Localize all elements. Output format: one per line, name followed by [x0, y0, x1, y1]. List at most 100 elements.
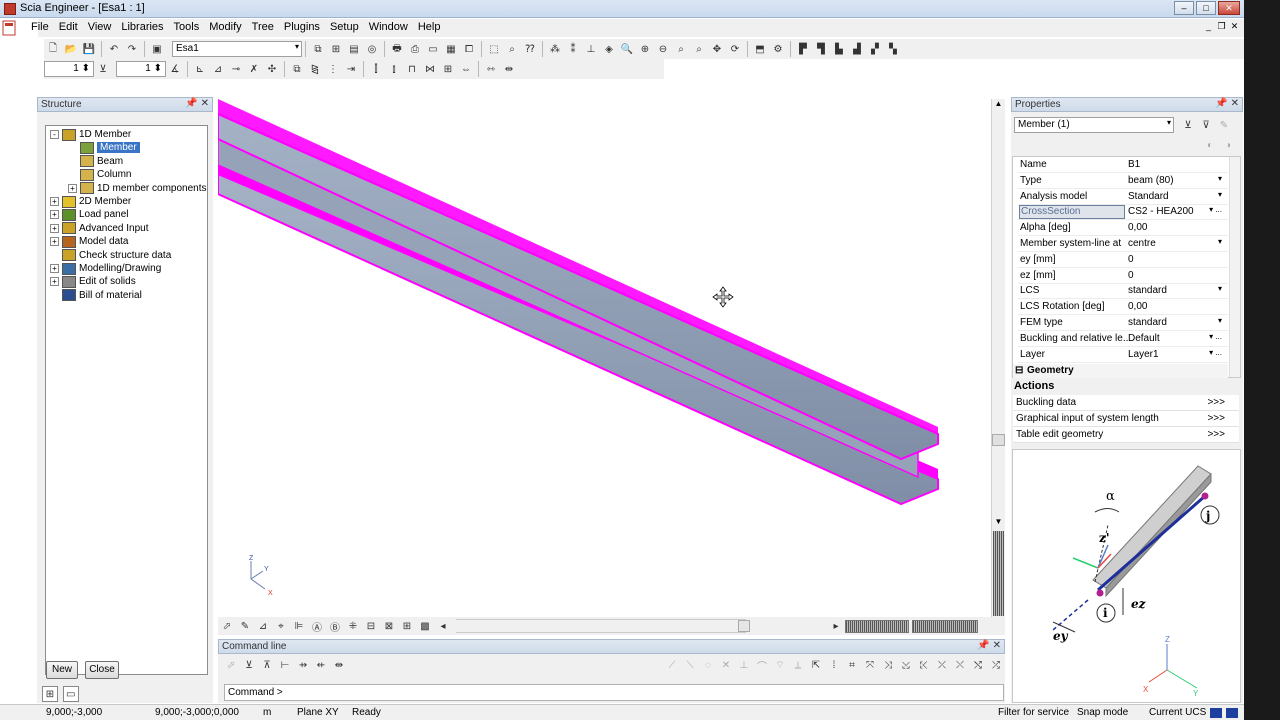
- rotate-icon[interactable]: ⟳: [727, 41, 743, 57]
- zoom-out-icon[interactable]: ⊖: [655, 41, 671, 57]
- dropdown-icon[interactable]: ▾: [1218, 190, 1222, 199]
- collapse-icon[interactable]: -: [50, 130, 59, 139]
- menu-libraries[interactable]: Libraries: [116, 19, 168, 33]
- command-input[interactable]: Command >: [224, 684, 1004, 701]
- snap-center-icon[interactable]: ◌: [700, 657, 716, 673]
- menu-modify[interactable]: Modify: [204, 19, 246, 33]
- view-front-icon[interactable]: ▛: [795, 41, 811, 57]
- pin-icon[interactable]: 📌: [977, 640, 989, 651]
- intersection-snap-icon[interactable]: ⤩: [898, 657, 914, 673]
- open-icon[interactable]: 📂: [63, 41, 79, 57]
- settings-icon[interactable]: ⚙: [770, 41, 786, 57]
- action-buckling-data[interactable]: Buckling data >>>: [1013, 395, 1239, 411]
- snap-toggle-icon[interactable]: ⇱: [808, 657, 824, 673]
- grid-toggle-icon[interactable]: ⁜: [345, 618, 361, 634]
- view-tab-icon[interactable]: ▭: [62, 686, 79, 702]
- color-picker-icon[interactable]: ◐: [1202, 137, 1218, 153]
- mdi-minimize-button[interactable]: _: [1203, 21, 1214, 32]
- view-side-icon[interactable]: ▙: [831, 41, 847, 57]
- snap-int-icon[interactable]: ✕: [718, 657, 734, 673]
- bottom-flange[interactable]: [218, 172, 939, 506]
- snap-line-icon[interactable]: ⟋: [664, 657, 680, 673]
- view-custom-icon[interactable]: ▚: [885, 41, 901, 57]
- grid-snap-icon[interactable]: ⁞: [826, 657, 842, 673]
- mirror-icon[interactable]: ⧎: [307, 61, 323, 77]
- nearest-snap-icon[interactable]: ⤫: [934, 657, 950, 673]
- property-row-name[interactable]: Name B1: [1018, 157, 1228, 173]
- close-button[interactable]: Close: [85, 661, 119, 679]
- pin-icon[interactable]: 📌: [1215, 98, 1227, 109]
- property-value[interactable]: B1: [1128, 159, 1140, 170]
- property-row-ey-mm-[interactable]: ey [mm] 0: [1018, 252, 1228, 268]
- property-row-analysis-model[interactable]: Analysis model Standard ▾: [1018, 189, 1228, 205]
- menu-tree[interactable]: Tree: [247, 19, 279, 33]
- dropdown-icon[interactable]: ▾ ...: [1209, 205, 1222, 214]
- property-value[interactable]: centre: [1128, 238, 1156, 249]
- delete-icon[interactable]: ✗: [246, 61, 262, 77]
- select-by-property-icon[interactable]: ⊻: [1180, 117, 1196, 133]
- menu-view[interactable]: View: [83, 19, 117, 33]
- abc-label-icon[interactable]: Ⓐ: [309, 618, 325, 634]
- spin-input-1[interactable]: 1 ⬍: [44, 61, 94, 77]
- property-value[interactable]: CS2 - HEA200: [1128, 206, 1194, 217]
- scroll-down-icon[interactable]: ▼: [992, 517, 1005, 531]
- support-icon[interactable]: ⊿: [210, 61, 226, 77]
- property-value[interactable]: Layer1: [1128, 349, 1159, 360]
- scroll-left-icon[interactable]: ◂: [435, 618, 451, 634]
- edit-property-icon[interactable]: ✎: [1216, 117, 1232, 133]
- tree-item-model-data[interactable]: + Model data: [50, 235, 128, 248]
- tree-item-advanced-input[interactable]: + Advanced Input: [50, 222, 149, 235]
- select-icon[interactable]: ⬚: [486, 41, 502, 57]
- property-row-layer[interactable]: Layer Layer1 ▾ ...: [1018, 347, 1228, 363]
- horizontal-scrollbar[interactable]: [456, 619, 750, 633]
- new-button[interactable]: New: [46, 661, 78, 679]
- tree-item-1d-member-components[interactable]: +1D member components: [68, 182, 207, 195]
- tree-item-1d-member[interactable]: - 1D Member: [50, 128, 131, 141]
- move-icon[interactable]: ✣: [264, 61, 280, 77]
- menu-setup[interactable]: Setup: [325, 19, 364, 33]
- web[interactable]: [218, 138, 919, 479]
- redo-icon[interactable]: ↷: [124, 41, 140, 57]
- tree-item-load-panel[interactable]: + Load panel: [50, 208, 129, 221]
- snap-mode[interactable]: Snap mode: [1077, 707, 1128, 718]
- snap-tan-icon[interactable]: ⌒: [754, 657, 770, 673]
- view-iso-icon[interactable]: ▞: [867, 41, 883, 57]
- menu-tools[interactable]: Tools: [169, 19, 205, 33]
- tree-item-2d-member[interactable]: +2D Member: [50, 195, 131, 208]
- node-icon[interactable]: ⁂: [547, 41, 563, 57]
- property-row-type[interactable]: Type beam (80) ▾: [1018, 173, 1228, 189]
- hinge-icon[interactable]: ⊸: [228, 61, 244, 77]
- ruler-2[interactable]: [912, 619, 978, 633]
- section-icon[interactable]: ◎: [364, 41, 380, 57]
- table-icon[interactable]: ⊟: [363, 618, 379, 634]
- shade-icon[interactable]: ⊿: [255, 618, 271, 634]
- truss-icon[interactable]: ⋈: [422, 61, 438, 77]
- menu-file[interactable]: File: [26, 19, 54, 33]
- menu-plugins[interactable]: Plugins: [279, 19, 325, 33]
- dropdown-icon[interactable]: ▾: [1218, 284, 1222, 293]
- mdi-close-button[interactable]: ✕: [1229, 21, 1240, 32]
- zoom-previous-icon[interactable]: ⌕: [691, 41, 707, 57]
- connect-icon[interactable]: ⇔: [458, 61, 474, 77]
- property-value[interactable]: Standard: [1128, 191, 1169, 202]
- member-icon[interactable]: ⊾: [192, 61, 208, 77]
- snap-near-icon[interactable]: ⌔: [772, 657, 788, 673]
- property-row-buckling-and-relative-le-[interactable]: Buckling and relative le... Default ▾ ...: [1018, 331, 1228, 347]
- picture-icon[interactable]: ▭: [425, 41, 441, 57]
- arc-input-icon[interactable]: ⇸: [295, 657, 311, 673]
- pan-icon[interactable]: ✥: [709, 41, 725, 57]
- beam-input-icon[interactable]: ⊼: [259, 657, 275, 673]
- tree-tab-icon[interactable]: ⊞: [42, 686, 58, 702]
- abc-label2-icon[interactable]: Ⓑ: [327, 618, 343, 634]
- dropdown-icon[interactable]: ▾ ...: [1209, 332, 1222, 341]
- expand-icon[interactable]: +: [50, 277, 59, 287]
- snap-perp-icon[interactable]: ⊥: [736, 657, 752, 673]
- property-scrollbar[interactable]: [1229, 157, 1240, 377]
- grid-icon[interactable]: ⊞: [440, 61, 456, 77]
- property-row-lcs[interactable]: LCS standard ▾: [1018, 283, 1228, 300]
- edit-mode-icon[interactable]: ✎: [237, 618, 253, 634]
- 3d-viewport[interactable]: Z Y X: [218, 99, 991, 617]
- tree-item-beam[interactable]: Beam: [68, 155, 123, 168]
- endpoint-snap-icon[interactable]: ⤧: [862, 657, 878, 673]
- expand-icon[interactable]: +: [50, 210, 59, 220]
